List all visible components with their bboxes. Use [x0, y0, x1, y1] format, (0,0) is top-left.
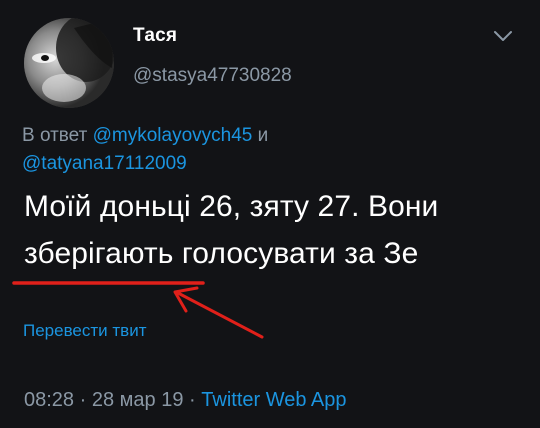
reply-prefix: В ответ	[22, 125, 88, 146]
meta-separator: ·	[79, 389, 87, 411]
mention-link[interactable]: @mykolayovych45	[93, 125, 253, 146]
tweet-text-line: Моїй доньці 26, зяту 27. Вони	[24, 190, 439, 223]
avatar-image	[24, 18, 114, 108]
avatar[interactable]	[24, 18, 114, 108]
red-arrow-icon	[173, 286, 264, 339]
reply-context: В ответ @mykolayovych45 и	[22, 125, 268, 147]
tweet-source-link[interactable]: Twitter Web App	[201, 389, 346, 411]
chevron-down-icon[interactable]	[492, 28, 514, 44]
tweet-text-line: зберігають голосувати за Зе	[24, 237, 419, 270]
translate-link[interactable]: Перевести твит	[23, 321, 146, 341]
tweet-card: Тася @stasya47730828 В ответ @mykolayovy…	[0, 0, 540, 428]
reply-conjunction: и	[257, 125, 269, 146]
user-handle[interactable]: @stasya47730828	[133, 65, 292, 87]
display-name[interactable]: Тася	[133, 25, 177, 47]
mention-link[interactable]: @tatyana17112009	[22, 153, 187, 174]
meta-separator: ·	[189, 389, 196, 411]
tweet-meta: 08:28 · 28 мар 19 · Twitter Web App	[24, 389, 347, 412]
tweet-time[interactable]: 08:28	[24, 389, 74, 411]
tweet-date[interactable]: 28 мар 19	[92, 389, 184, 411]
reply-context-line-2: @tatyana17112009	[22, 153, 187, 175]
